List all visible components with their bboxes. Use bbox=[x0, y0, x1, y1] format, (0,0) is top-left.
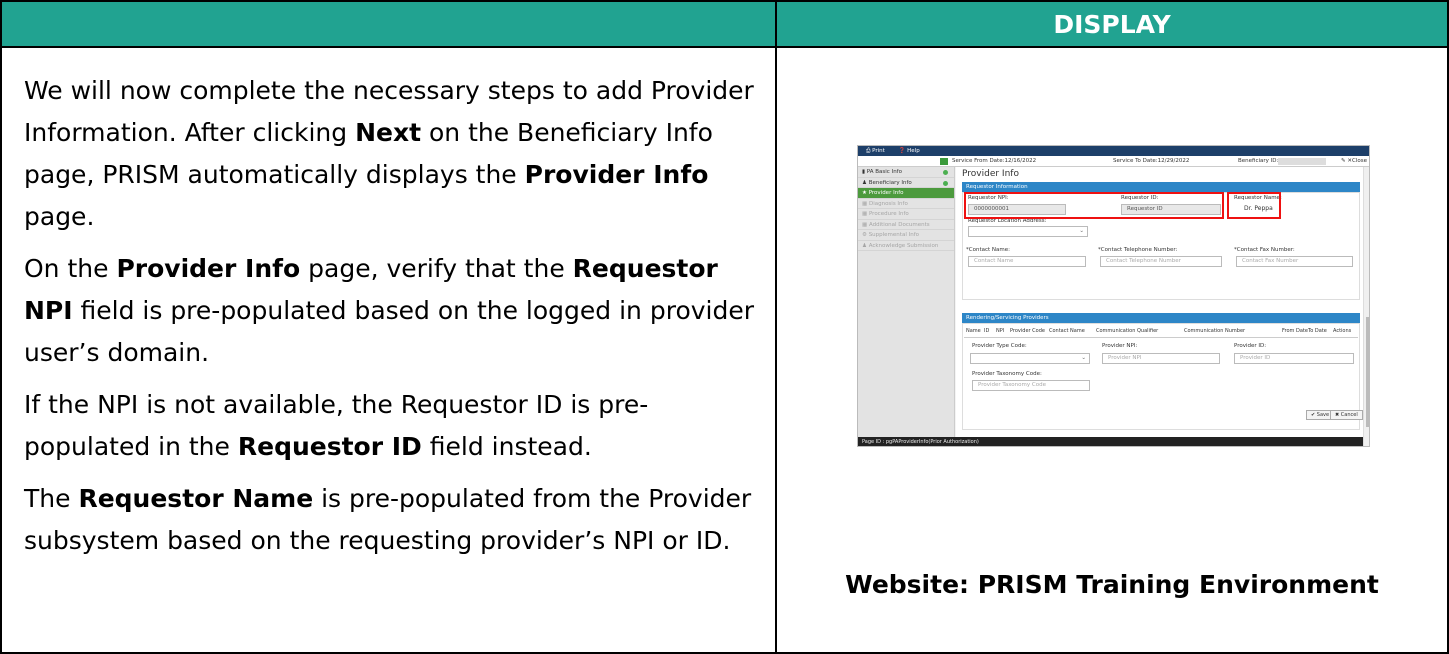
wizard-sidebar: ▮ PA Basic Info ♟ Beneficiary Info ★ Pro… bbox=[858, 167, 955, 437]
display-cell: ⎙ Print ❓ Help Service From Date:12/16/2… bbox=[777, 48, 1447, 652]
vertical-scrollbar[interactable] bbox=[1363, 167, 1369, 446]
main-content: Provider Info Requestor Information Requ… bbox=[956, 167, 1363, 437]
two-column-table: DISPLAY We will now complete the necessa… bbox=[0, 0, 1449, 654]
column-header: To Date bbox=[1308, 328, 1327, 334]
top-toolbar: ⎙ Print ❓ Help bbox=[858, 146, 1369, 156]
service-to-date: Service To Date:12/29/2022 bbox=[1113, 158, 1190, 164]
check-icon bbox=[943, 170, 948, 175]
service-from-date: Service From Date:12/16/2022 bbox=[952, 158, 1037, 164]
print-link[interactable]: ⎙ Print bbox=[866, 148, 891, 154]
sidebar-item-acknowledge-submission: ♟ Acknowledge Submission bbox=[858, 241, 954, 251]
chevron-down-icon: ⌄ bbox=[1081, 355, 1086, 361]
provider-npi-label: Provider NPI: bbox=[1102, 343, 1138, 349]
provider-taxonomy-label: Provider Taxonomy Code: bbox=[972, 371, 1042, 377]
left-header-cell bbox=[2, 2, 777, 48]
contact-name-label: *Contact Name: bbox=[966, 247, 1010, 253]
instruction-paragraph-2: On the Provider Info page, verify that t… bbox=[24, 254, 755, 367]
column-header: Communication Number bbox=[1184, 328, 1246, 334]
name-highlight bbox=[1227, 192, 1281, 219]
chevron-down-icon: ⌄ bbox=[1079, 228, 1084, 234]
provider-type-code-label: Provider Type Code: bbox=[972, 343, 1027, 349]
display-header-cell: DISPLAY bbox=[777, 2, 1447, 48]
table-divider bbox=[964, 337, 1358, 338]
contact-name-field[interactable]: Contact Name bbox=[968, 256, 1086, 267]
scrollbar-thumb[interactable] bbox=[1366, 317, 1369, 427]
rendering-section-header: Rendering/Servicing Providers bbox=[962, 313, 1360, 323]
cancel-button[interactable]: ✖ Cancel bbox=[1330, 410, 1363, 420]
instruction-paragraph-1: We will now complete the necessary steps… bbox=[24, 76, 754, 231]
column-header: Actions bbox=[1333, 328, 1352, 334]
page-title: Provider Info bbox=[962, 169, 1019, 179]
column-header: NPI bbox=[996, 328, 1005, 334]
beneficiary-id-value bbox=[1278, 158, 1326, 165]
contact-fax-label: *Contact Fax Number: bbox=[1234, 247, 1295, 253]
npi-id-highlight bbox=[964, 192, 1224, 219]
column-header: Name bbox=[966, 328, 981, 334]
page-id-footer: Page ID : pgPAProviderInfo(Prior Authori… bbox=[858, 437, 1363, 446]
sidebar-item-pa-basic-info[interactable]: ▮ PA Basic Info bbox=[858, 167, 954, 178]
sidebar-item-supplemental-info: ⚙ Supplemental Info bbox=[858, 230, 954, 241]
check-icon bbox=[943, 180, 948, 186]
instruction-paragraph-3: If the NPI is not available, the Request… bbox=[24, 390, 649, 461]
instructions-cell: We will now complete the necessary steps… bbox=[2, 48, 777, 652]
beneficiary-id-label: Beneficiary ID: bbox=[1238, 158, 1279, 164]
sidebar-item-diagnosis-info: ▦ Diagnosis Info bbox=[858, 199, 954, 209]
help-link[interactable]: ❓ Help bbox=[899, 148, 926, 154]
provider-id-label: Provider ID: bbox=[1234, 343, 1267, 349]
sidebar-item-beneficiary-info[interactable]: ♟ Beneficiary Info bbox=[858, 178, 954, 188]
column-header: Contact Name bbox=[1049, 328, 1085, 334]
service-bar: Service From Date:12/16/2022 Service To … bbox=[858, 156, 1369, 167]
prism-screenshot: ⎙ Print ❓ Help Service From Date:12/16/2… bbox=[857, 145, 1370, 447]
column-header: Provider Code bbox=[1010, 328, 1045, 334]
provider-type-code-select[interactable]: ⌄ bbox=[970, 353, 1090, 364]
contact-fax-field[interactable]: Contact Fax Number bbox=[1236, 256, 1353, 267]
provider-npi-field[interactable]: Provider NPI bbox=[1102, 353, 1220, 364]
sidebar-item-additional-documents: ▦ Additional Documents bbox=[858, 220, 954, 230]
provider-taxonomy-field[interactable]: Provider Taxonomy Code bbox=[972, 380, 1090, 391]
column-header: Communication Qualifier bbox=[1096, 328, 1159, 334]
sidebar-item-provider-info[interactable]: ★ Provider Info bbox=[858, 188, 954, 199]
requestor-section-header: Requestor Information bbox=[962, 182, 1360, 192]
contact-phone-field[interactable]: Contact Telephone Number bbox=[1100, 256, 1222, 267]
contact-phone-label: *Contact Telephone Number: bbox=[1098, 247, 1178, 253]
column-header: ID bbox=[984, 328, 990, 334]
close-button[interactable]: ✎ ✕Close bbox=[1341, 156, 1367, 167]
sidebar-item-procedure-info: ▦ Procedure Info bbox=[858, 209, 954, 220]
requestor-location-select[interactable]: ⌄ bbox=[968, 226, 1088, 237]
calendar-icon bbox=[940, 158, 948, 165]
screenshot-caption: Website: PRISM Training Environment bbox=[845, 570, 1379, 599]
provider-id-field[interactable]: Provider ID bbox=[1234, 353, 1354, 364]
instruction-paragraph-4: The Requestor Name is pre-populated from… bbox=[24, 484, 752, 555]
column-header: From Date bbox=[1282, 328, 1308, 334]
